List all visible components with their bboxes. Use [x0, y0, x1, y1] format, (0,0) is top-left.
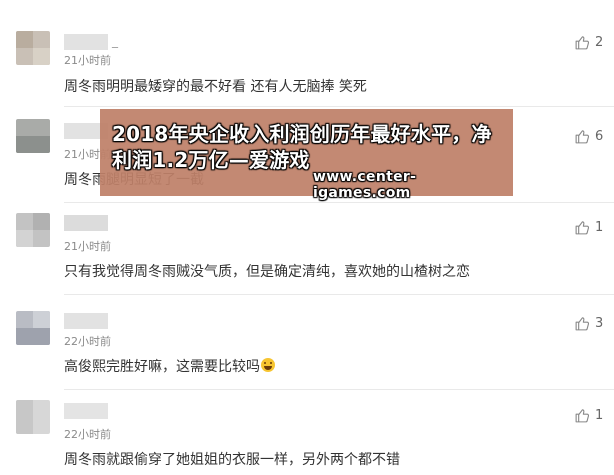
like-button[interactable]: 3	[574, 315, 603, 332]
like-button[interactable]: 1	[574, 407, 603, 424]
comment-item: 21小时前 只有我觉得周冬雨贼没气质，但是确定清纯，喜欢她的山楂树之恋 1	[0, 203, 614, 294]
like-count: 1	[595, 219, 604, 235]
watermark-banner: 2018年央企收入利润创历年最好水平，净利润1.2万亿—爱游戏 www.cent…	[100, 109, 513, 201]
username-blurred[interactable]	[64, 313, 112, 329]
thumbs-up-icon	[575, 317, 590, 331]
comment-text: 周冬雨就跟偷穿了她姐姐的衣服一样，另外两个都不错	[64, 452, 400, 468]
like-count: 1	[595, 407, 604, 423]
comment-item: 22小时前 周冬雨就跟偷穿了她姐姐的衣服一样，另外两个都不错 1	[0, 390, 614, 475]
username-blurred[interactable]	[64, 215, 112, 231]
username-suffix: _	[112, 34, 118, 48]
banner-title: 2018年央企收入利润创历年最好水平，净利润1.2万亿—爱游戏	[112, 122, 492, 172]
thumbs-up-icon	[575, 409, 590, 423]
thumbs-up-icon	[575, 36, 590, 50]
comment-text: 高俊熙完胜好嘛，这需要比较吗	[64, 358, 275, 376]
comment-item: 22小时前 高俊熙完胜好嘛，这需要比较吗 3	[0, 295, 614, 389]
banner-url: www.center-igames.com	[313, 169, 417, 201]
comment-text: 只有我觉得周冬雨贼没气质，但是确定清纯，喜欢她的山楂树之恋	[64, 264, 470, 280]
thumbs-up-icon	[575, 221, 590, 235]
comment-item: _ 21小时前 周冬雨明明最矮穿的最不好看 还有人无脑捧 笑死 2	[0, 0, 614, 106]
laughing-emoji-icon	[261, 358, 275, 372]
avatar[interactable]	[16, 400, 50, 434]
avatar[interactable]	[16, 311, 50, 345]
avatar[interactable]	[16, 119, 50, 153]
comment-time: 21小时前	[64, 240, 111, 253]
like-count: 2	[595, 34, 604, 50]
username-blurred[interactable]	[64, 403, 112, 419]
comment-time: 22小时前	[64, 428, 111, 441]
like-button[interactable]: 1	[574, 219, 603, 236]
like-count: 3	[595, 315, 604, 331]
username-blurred[interactable]: _	[64, 34, 124, 50]
like-button[interactable]: 2	[574, 34, 603, 51]
comment-text-content: 高俊熙完胜好嘛，这需要比较吗	[64, 359, 260, 375]
like-button[interactable]: 6	[574, 128, 603, 145]
like-count: 6	[595, 128, 604, 144]
comment-time: 22小时前	[64, 335, 111, 348]
thumbs-up-icon	[575, 130, 590, 144]
comment-time: 21小时前	[64, 54, 111, 67]
avatar[interactable]	[16, 213, 50, 247]
comment-text: 周冬雨明明最矮穿的最不好看 还有人无脑捧 笑死	[64, 79, 367, 95]
avatar[interactable]	[16, 31, 50, 65]
